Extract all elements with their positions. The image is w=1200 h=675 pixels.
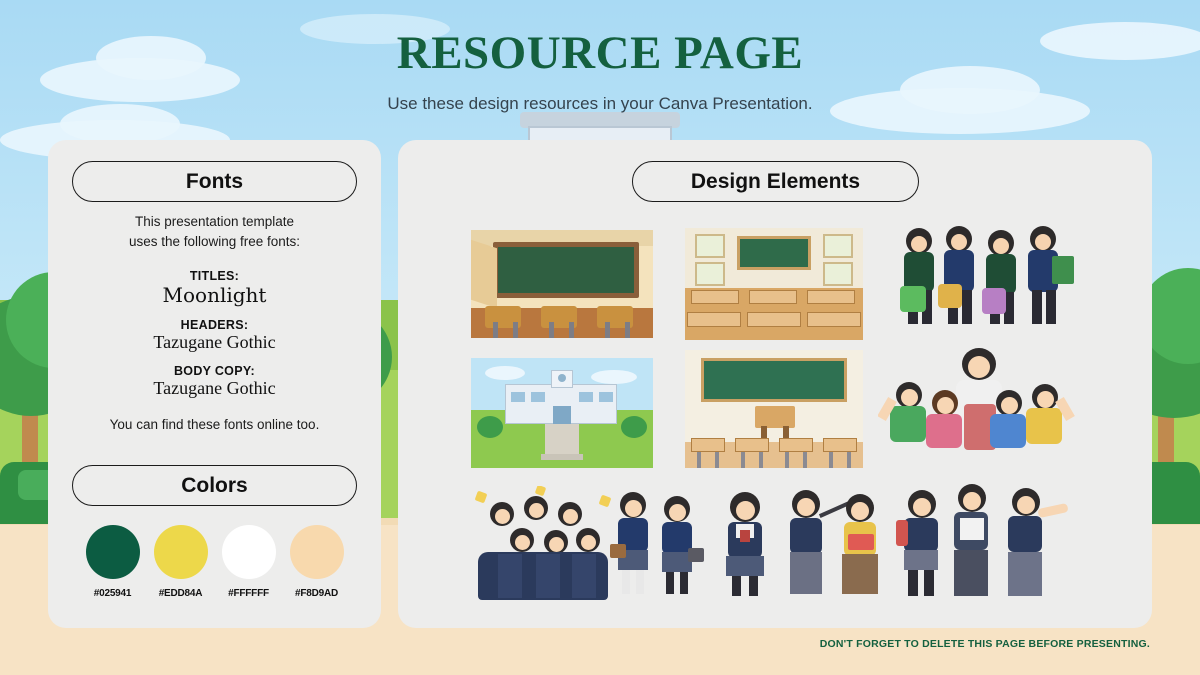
delete-page-reminder: DON'T FORGET TO DELETE THIS PAGE BEFORE … <box>819 638 1150 650</box>
fonts-body: This presentation template uses the foll… <box>48 212 381 432</box>
color-hex-label: #EDD84A <box>158 588 203 599</box>
font-name-headers: Tazugane Gothic <box>153 332 276 353</box>
color-swatch: #025941 <box>85 525 140 599</box>
font-label-titles: TITLES: <box>189 269 240 284</box>
element-teacher-with-cheering-kids[interactable] <box>878 346 1078 470</box>
fonts-intro-line-2: uses the following free fonts: <box>128 233 301 249</box>
color-dot <box>85 525 140 579</box>
font-label-body: BODY COPY: <box>173 364 256 379</box>
color-swatch: #EDD84A <box>153 525 208 599</box>
design-elements-grid <box>398 140 1152 628</box>
fonts-and-colors-card: Fonts This presentation template uses th… <box>48 140 381 628</box>
fonts-intro-line-1: This presentation template <box>134 214 295 229</box>
color-dot <box>221 525 276 579</box>
color-dot <box>289 525 344 579</box>
color-swatch: #FFFFFF <box>221 525 276 599</box>
page-title: RESOURCE PAGE <box>396 27 804 79</box>
font-name-titles: Moonlight <box>162 283 267 308</box>
element-classroom-interior-chalkboard[interactable] <box>471 230 653 338</box>
element-three-students-group[interactable] <box>894 478 1072 604</box>
element-classroom-desks-rows[interactable] <box>685 228 863 340</box>
color-swatch: #F8D9AD <box>289 525 344 599</box>
font-name-body: Tazugane Gothic <box>153 378 276 399</box>
element-school-building-exterior[interactable] <box>471 358 653 468</box>
color-dot <box>153 525 208 579</box>
element-student-girl-standing[interactable] <box>714 488 776 604</box>
font-label-headers: HEADERS: <box>180 318 249 333</box>
element-two-students-walking[interactable] <box>610 486 706 604</box>
color-hex-label: #025941 <box>93 588 132 599</box>
element-graduating-students-crowd[interactable] <box>464 486 622 604</box>
fonts-section-header: Fonts <box>72 161 357 202</box>
colors-section-header: Colors <box>72 465 357 506</box>
color-swatch-list: #025941 #EDD84A #FFFFFF #F8D9AD <box>48 525 381 599</box>
element-empty-classroom-green-board[interactable] <box>685 350 863 468</box>
color-hex-label: #F8D9AD <box>294 588 339 599</box>
fonts-footer-note: You can find these fonts online too. <box>109 417 320 433</box>
page-subtitle: Use these design resources in your Canva… <box>387 94 813 113</box>
element-students-walking-with-suitcases[interactable] <box>898 220 1080 340</box>
color-hex-label: #FFFFFF <box>228 588 269 599</box>
element-teacher-pair-pointer-and-book[interactable] <box>782 486 892 604</box>
design-elements-card: Design Elements <box>398 140 1152 628</box>
